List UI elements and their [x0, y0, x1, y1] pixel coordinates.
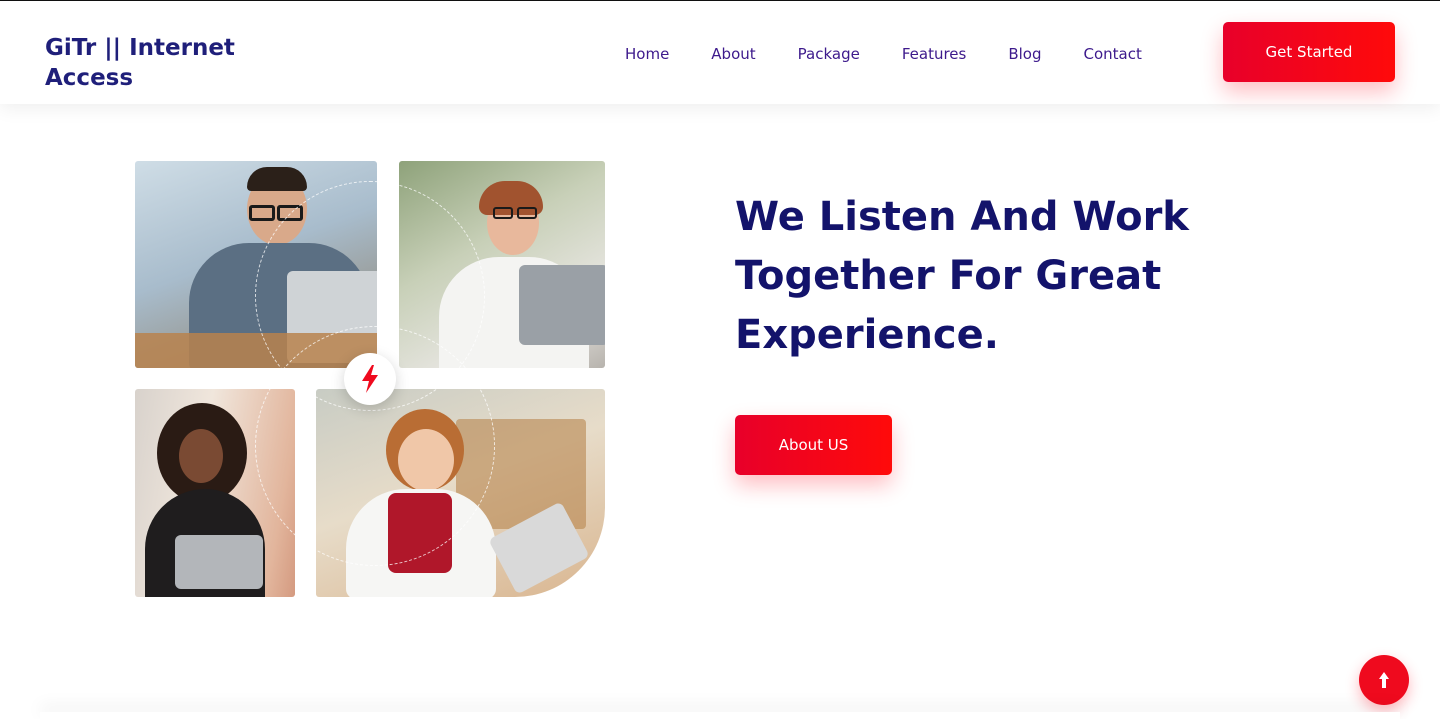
site-header: GiTr || Internet Access Home About Packa… [0, 1, 1440, 104]
nav-contact[interactable]: Contact [1084, 42, 1142, 66]
get-started-button[interactable]: Get Started [1223, 22, 1395, 82]
nav-blog[interactable]: Blog [1008, 42, 1041, 66]
next-section-edge [40, 712, 1400, 719]
nav-package[interactable]: Package [798, 42, 860, 66]
hero-photo-collage [135, 161, 605, 597]
nav-about[interactable]: About [711, 42, 755, 66]
scroll-to-top-button[interactable] [1359, 655, 1409, 705]
nav-features[interactable]: Features [902, 42, 967, 66]
main-nav: Home About Package Features Blog Contact [604, 42, 1163, 66]
nav-home[interactable]: Home [625, 42, 669, 66]
lightning-bolt-icon [344, 353, 396, 405]
hero-headline: We Listen And Work Together For Great Ex… [735, 194, 1189, 358]
arrow-up-icon [1379, 672, 1389, 688]
about-us-button[interactable]: About US [735, 415, 892, 475]
brand-logo[interactable]: GiTr || Internet Access [45, 33, 255, 93]
